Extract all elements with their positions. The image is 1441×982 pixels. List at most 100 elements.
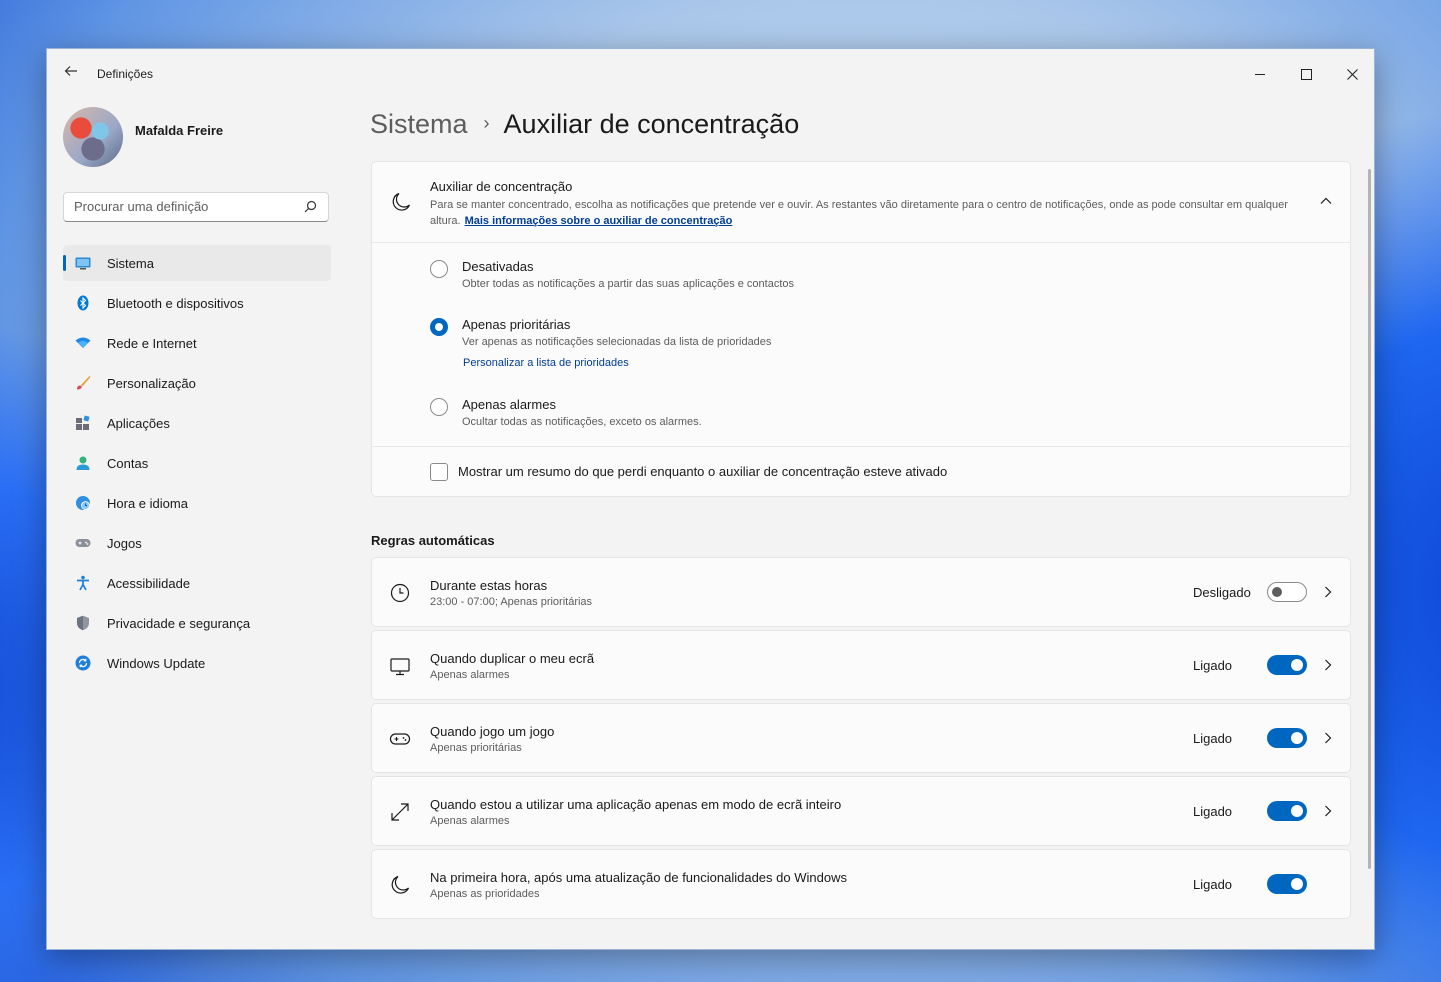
chevron-up-icon[interactable]: [1320, 195, 1332, 207]
brush-icon: [77, 376, 91, 390]
option-subtitle: Obter todas as notificações a partir das…: [462, 278, 795, 290]
sidebar-item-accessibility[interactable]: Acessibilidade: [63, 565, 331, 601]
chevron-right-icon[interactable]: [1322, 805, 1334, 817]
moon-icon: [392, 192, 411, 211]
customize-priority-list-link[interactable]: Personalizar a lista de prioridades: [463, 357, 629, 369]
globe-clock-icon: [76, 496, 90, 510]
search-input[interactable]: [74, 199, 294, 214]
radio-off[interactable]: [430, 260, 448, 278]
accessibility-icon: [77, 575, 89, 591]
shield-icon: [77, 615, 89, 631]
sidebar-item-label: Aplicações: [107, 416, 170, 431]
fullscreen-icon: [391, 803, 409, 821]
rule-after-feature-update[interactable]: Na primeira hora, após uma atualização d…: [371, 849, 1351, 919]
rule-state: Ligado: [1193, 731, 1233, 746]
rule-subtitle: 23:00 - 07:00; Apenas prioritárias: [430, 596, 593, 608]
vertical-scrollbar[interactable]: [1368, 169, 1371, 869]
gamepad-icon: [389, 733, 411, 745]
rule-toggle[interactable]: [1267, 728, 1307, 748]
clock-icon: [390, 583, 410, 603]
summary-checkbox[interactable]: [430, 463, 448, 481]
rule-toggle[interactable]: [1267, 874, 1307, 894]
sidebar-item-label: Personalização: [107, 376, 196, 391]
rule-state: Desligado: [1193, 585, 1251, 600]
sidebar-item-windows-update[interactable]: Windows Update: [63, 645, 331, 681]
summary-row: Mostrar um resumo do que perdi enquanto …: [372, 446, 1350, 498]
search-icon[interactable]: [302, 199, 318, 215]
wifi-icon: [75, 337, 91, 348]
search-box[interactable]: [63, 192, 329, 222]
radio-priority-only[interactable]: [430, 318, 448, 336]
gamepad-icon: [75, 539, 91, 547]
sidebar-item-label: Sistema: [107, 256, 154, 271]
monitor-icon: [390, 658, 410, 676]
maximize-button[interactable]: [1283, 57, 1329, 89]
title-bar: Definições: [47, 49, 1374, 97]
sidebar-item-label: Windows Update: [107, 656, 206, 671]
sidebar-item-label: Jogos: [107, 536, 142, 551]
rule-subtitle: Apenas as prioridades: [430, 888, 540, 900]
chevron-right-icon: ›: [483, 113, 490, 133]
rule-during-hours[interactable]: Durante estas horas 23:00 - 07:00; Apena…: [371, 557, 1351, 627]
rule-duplicate-screen[interactable]: Quando duplicar o meu ecrã Apenas alarme…: [371, 630, 1351, 700]
radio-alarms-only[interactable]: [430, 398, 448, 416]
rule-subtitle: Apenas alarmes: [430, 815, 510, 827]
focus-assist-header[interactable]: Auxiliar de concentração Para se manter …: [372, 162, 1350, 243]
automatic-rules-heading: Regras automáticas: [371, 533, 495, 548]
sidebar-item-bluetooth[interactable]: Bluetooth e dispositivos: [63, 285, 331, 321]
close-icon: [1346, 68, 1358, 80]
close-button[interactable]: [1329, 57, 1375, 89]
chevron-right-icon[interactable]: [1322, 586, 1334, 598]
rule-title: Durante estas horas: [430, 578, 548, 593]
rule-fullscreen-app[interactable]: Quando estou a utilizar uma aplicação ap…: [371, 776, 1351, 846]
option-subtitle: Ver apenas as notificações selecionadas …: [462, 336, 772, 348]
focus-assist-title: Auxiliar de concentração: [430, 179, 573, 194]
sidebar-item-time-language[interactable]: Hora e idioma: [63, 485, 331, 521]
minimize-icon: [1255, 73, 1265, 75]
rule-subtitle: Apenas alarmes: [430, 669, 510, 681]
learn-more-link[interactable]: Mais informações sobre o auxiliar de con…: [465, 215, 733, 227]
account-icon: [76, 456, 90, 470]
user-name: Mafalda Freire: [135, 123, 224, 138]
page-title: Auxiliar de concentração: [503, 109, 800, 139]
apps-icon: [76, 415, 90, 430]
avatar[interactable]: [63, 107, 123, 167]
chevron-right-icon[interactable]: [1322, 659, 1334, 671]
app-title: Definições: [97, 67, 154, 81]
rule-state: Ligado: [1193, 658, 1233, 673]
update-icon: [75, 655, 91, 671]
sidebar-item-label: Privacidade e segurança: [107, 616, 251, 631]
sidebar-nav: Sistema Bluetooth e dispositivos Rede e …: [63, 245, 331, 685]
rule-title: Quando duplicar o meu ecrã: [430, 651, 595, 666]
system-icon: [75, 257, 91, 270]
sidebar-item-apps[interactable]: Aplicações: [63, 405, 331, 441]
focus-assist-description: Para se manter concentrado, escolha as n…: [430, 197, 1310, 229]
sidebar-item-label: Contas: [107, 456, 149, 471]
rule-toggle[interactable]: [1267, 655, 1307, 675]
settings-window: Definições Mafalda Freire Sistema Blueto…: [46, 48, 1375, 950]
rule-playing-game[interactable]: Quando jogo um jogo Apenas prioritárias …: [371, 703, 1351, 773]
rule-title: Na primeira hora, após uma atualização d…: [430, 870, 847, 885]
sidebar-item-network[interactable]: Rede e Internet: [63, 325, 331, 361]
rule-toggle[interactable]: [1267, 801, 1307, 821]
sidebar-item-sistema[interactable]: Sistema: [63, 245, 331, 281]
maximize-icon: [1300, 68, 1312, 80]
option-title: Desativadas: [462, 259, 534, 274]
option-title: Apenas prioritárias: [462, 317, 571, 332]
back-arrow-icon[interactable]: [61, 64, 81, 84]
rule-title: Quando estou a utilizar uma aplicação ap…: [430, 797, 842, 812]
sidebar-item-label: Hora e idioma: [107, 496, 188, 511]
sidebar-item-label: Acessibilidade: [107, 576, 191, 591]
option-subtitle: Ocultar todas as notificações, exceto os…: [462, 416, 702, 428]
sidebar-item-gaming[interactable]: Jogos: [63, 525, 331, 561]
summary-checkbox-label[interactable]: Mostrar um resumo do que perdi enquanto …: [458, 464, 947, 479]
sidebar-item-accounts[interactable]: Contas: [63, 445, 331, 481]
sidebar-item-personalization[interactable]: Personalização: [63, 365, 331, 401]
rule-toggle[interactable]: [1267, 582, 1307, 602]
minimize-button[interactable]: [1237, 57, 1283, 89]
sidebar-item-privacy[interactable]: Privacidade e segurança: [63, 605, 331, 641]
breadcrumb-parent[interactable]: Sistema: [370, 109, 468, 139]
sidebar-item-label: Rede e Internet: [107, 336, 197, 351]
chevron-right-icon[interactable]: [1322, 732, 1334, 744]
rule-state: Ligado: [1193, 804, 1233, 819]
